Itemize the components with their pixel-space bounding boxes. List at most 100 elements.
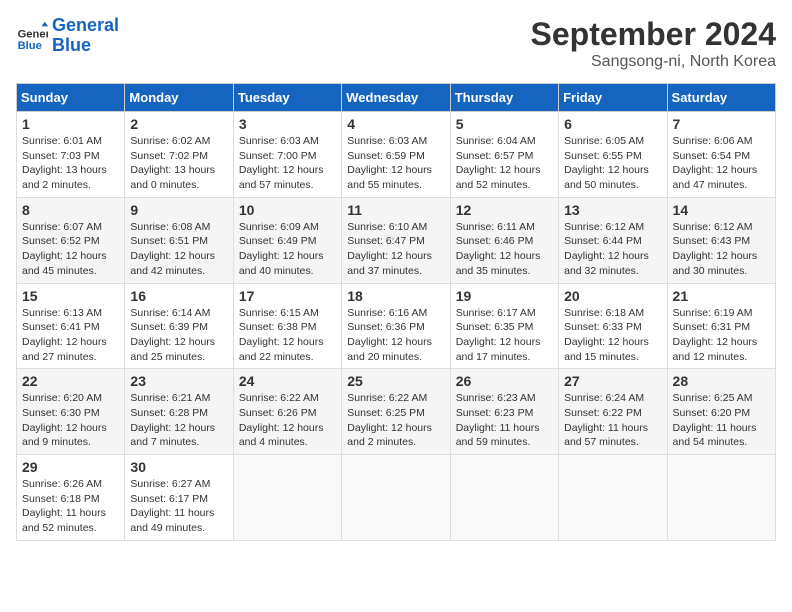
day-info: Sunrise: 6:19 AM Sunset: 6:31 PM Dayligh…: [673, 306, 770, 365]
calendar-body: 1 Sunrise: 6:01 AM Sunset: 7:03 PM Dayli…: [17, 112, 776, 541]
calendar-cell: 28 Sunrise: 6:25 AM Sunset: 6:20 PM Dayl…: [667, 369, 775, 455]
day-header-tuesday: Tuesday: [233, 84, 341, 112]
day-info: Sunrise: 6:09 AM Sunset: 6:49 PM Dayligh…: [239, 220, 336, 279]
day-info: Sunrise: 6:18 AM Sunset: 6:33 PM Dayligh…: [564, 306, 661, 365]
calendar-cell: 25 Sunrise: 6:22 AM Sunset: 6:25 PM Dayl…: [342, 369, 450, 455]
day-number: 13: [564, 202, 661, 218]
day-info: Sunrise: 6:10 AM Sunset: 6:47 PM Dayligh…: [347, 220, 444, 279]
day-number: 16: [130, 288, 227, 304]
day-number: 5: [456, 116, 553, 132]
day-number: 8: [22, 202, 119, 218]
day-info: Sunrise: 6:20 AM Sunset: 6:30 PM Dayligh…: [22, 391, 119, 450]
day-info: Sunrise: 6:24 AM Sunset: 6:22 PM Dayligh…: [564, 391, 661, 450]
calendar-week-row: 29 Sunrise: 6:26 AM Sunset: 6:18 PM Dayl…: [17, 455, 776, 541]
day-number: 18: [347, 288, 444, 304]
day-info: Sunrise: 6:01 AM Sunset: 7:03 PM Dayligh…: [22, 134, 119, 193]
day-info: Sunrise: 6:26 AM Sunset: 6:18 PM Dayligh…: [22, 477, 119, 536]
calendar-cell: 26 Sunrise: 6:23 AM Sunset: 6:23 PM Dayl…: [450, 369, 558, 455]
day-info: Sunrise: 6:23 AM Sunset: 6:23 PM Dayligh…: [456, 391, 553, 450]
calendar-cell: 16 Sunrise: 6:14 AM Sunset: 6:39 PM Dayl…: [125, 283, 233, 369]
day-info: Sunrise: 6:15 AM Sunset: 6:38 PM Dayligh…: [239, 306, 336, 365]
calendar-week-row: 8 Sunrise: 6:07 AM Sunset: 6:52 PM Dayli…: [17, 197, 776, 283]
calendar-cell: 20 Sunrise: 6:18 AM Sunset: 6:33 PM Dayl…: [559, 283, 667, 369]
calendar-cell: 4 Sunrise: 6:03 AM Sunset: 6:59 PM Dayli…: [342, 112, 450, 198]
day-number: 9: [130, 202, 227, 218]
calendar-cell: 2 Sunrise: 6:02 AM Sunset: 7:02 PM Dayli…: [125, 112, 233, 198]
title-section: September 2024 Sangsong-ni, North Korea: [531, 16, 776, 71]
svg-text:Blue: Blue: [18, 40, 42, 52]
calendar-cell: 29 Sunrise: 6:26 AM Sunset: 6:18 PM Dayl…: [17, 455, 125, 541]
day-number: 25: [347, 373, 444, 389]
calendar-cell: 3 Sunrise: 6:03 AM Sunset: 7:00 PM Dayli…: [233, 112, 341, 198]
calendar-cell: [450, 455, 558, 541]
day-number: 12: [456, 202, 553, 218]
day-info: Sunrise: 6:16 AM Sunset: 6:36 PM Dayligh…: [347, 306, 444, 365]
day-number: 22: [22, 373, 119, 389]
day-info: Sunrise: 6:21 AM Sunset: 6:28 PM Dayligh…: [130, 391, 227, 450]
day-number: 23: [130, 373, 227, 389]
calendar-cell: [233, 455, 341, 541]
day-number: 4: [347, 116, 444, 132]
day-header-friday: Friday: [559, 84, 667, 112]
logo-text: GeneralBlue: [52, 16, 119, 56]
svg-text:General: General: [18, 28, 48, 40]
day-number: 2: [130, 116, 227, 132]
logo-icon: General Blue: [16, 20, 48, 52]
day-info: Sunrise: 6:13 AM Sunset: 6:41 PM Dayligh…: [22, 306, 119, 365]
day-number: 1: [22, 116, 119, 132]
day-number: 7: [673, 116, 770, 132]
calendar-cell: 17 Sunrise: 6:15 AM Sunset: 6:38 PM Dayl…: [233, 283, 341, 369]
day-info: Sunrise: 6:02 AM Sunset: 7:02 PM Dayligh…: [130, 134, 227, 193]
calendar-cell: 23 Sunrise: 6:21 AM Sunset: 6:28 PM Dayl…: [125, 369, 233, 455]
calendar-header-row: SundayMondayTuesdayWednesdayThursdayFrid…: [17, 84, 776, 112]
calendar-cell: 24 Sunrise: 6:22 AM Sunset: 6:26 PM Dayl…: [233, 369, 341, 455]
calendar-cell: 15 Sunrise: 6:13 AM Sunset: 6:41 PM Dayl…: [17, 283, 125, 369]
day-number: 26: [456, 373, 553, 389]
calendar-cell: [559, 455, 667, 541]
day-number: 10: [239, 202, 336, 218]
calendar-cell: 1 Sunrise: 6:01 AM Sunset: 7:03 PM Dayli…: [17, 112, 125, 198]
calendar-cell: 11 Sunrise: 6:10 AM Sunset: 6:47 PM Dayl…: [342, 197, 450, 283]
calendar-week-row: 22 Sunrise: 6:20 AM Sunset: 6:30 PM Dayl…: [17, 369, 776, 455]
calendar-cell: [667, 455, 775, 541]
day-number: 24: [239, 373, 336, 389]
day-info: Sunrise: 6:11 AM Sunset: 6:46 PM Dayligh…: [456, 220, 553, 279]
calendar-cell: 8 Sunrise: 6:07 AM Sunset: 6:52 PM Dayli…: [17, 197, 125, 283]
day-header-monday: Monday: [125, 84, 233, 112]
day-number: 14: [673, 202, 770, 218]
calendar-cell: 10 Sunrise: 6:09 AM Sunset: 6:49 PM Dayl…: [233, 197, 341, 283]
day-number: 3: [239, 116, 336, 132]
day-info: Sunrise: 6:03 AM Sunset: 6:59 PM Dayligh…: [347, 134, 444, 193]
day-info: Sunrise: 6:17 AM Sunset: 6:35 PM Dayligh…: [456, 306, 553, 365]
day-number: 30: [130, 459, 227, 475]
day-number: 27: [564, 373, 661, 389]
calendar-cell: 30 Sunrise: 6:27 AM Sunset: 6:17 PM Dayl…: [125, 455, 233, 541]
day-header-thursday: Thursday: [450, 84, 558, 112]
day-info: Sunrise: 6:27 AM Sunset: 6:17 PM Dayligh…: [130, 477, 227, 536]
day-number: 29: [22, 459, 119, 475]
calendar-cell: 21 Sunrise: 6:19 AM Sunset: 6:31 PM Dayl…: [667, 283, 775, 369]
calendar-cell: 14 Sunrise: 6:12 AM Sunset: 6:43 PM Dayl…: [667, 197, 775, 283]
day-header-sunday: Sunday: [17, 84, 125, 112]
day-info: Sunrise: 6:08 AM Sunset: 6:51 PM Dayligh…: [130, 220, 227, 279]
day-info: Sunrise: 6:22 AM Sunset: 6:25 PM Dayligh…: [347, 391, 444, 450]
day-number: 28: [673, 373, 770, 389]
calendar-cell: 6 Sunrise: 6:05 AM Sunset: 6:55 PM Dayli…: [559, 112, 667, 198]
month-title: September 2024: [531, 16, 776, 53]
day-info: Sunrise: 6:22 AM Sunset: 6:26 PM Dayligh…: [239, 391, 336, 450]
day-number: 21: [673, 288, 770, 304]
day-info: Sunrise: 6:04 AM Sunset: 6:57 PM Dayligh…: [456, 134, 553, 193]
calendar-cell: 13 Sunrise: 6:12 AM Sunset: 6:44 PM Dayl…: [559, 197, 667, 283]
calendar-table: SundayMondayTuesdayWednesdayThursdayFrid…: [16, 83, 776, 541]
calendar-cell: 9 Sunrise: 6:08 AM Sunset: 6:51 PM Dayli…: [125, 197, 233, 283]
day-number: 20: [564, 288, 661, 304]
day-number: 15: [22, 288, 119, 304]
calendar-cell: [342, 455, 450, 541]
day-info: Sunrise: 6:14 AM Sunset: 6:39 PM Dayligh…: [130, 306, 227, 365]
page-header: General Blue GeneralBlue September 2024 …: [16, 16, 776, 71]
day-header-saturday: Saturday: [667, 84, 775, 112]
day-number: 6: [564, 116, 661, 132]
calendar-cell: 19 Sunrise: 6:17 AM Sunset: 6:35 PM Dayl…: [450, 283, 558, 369]
day-info: Sunrise: 6:12 AM Sunset: 6:43 PM Dayligh…: [673, 220, 770, 279]
day-number: 17: [239, 288, 336, 304]
